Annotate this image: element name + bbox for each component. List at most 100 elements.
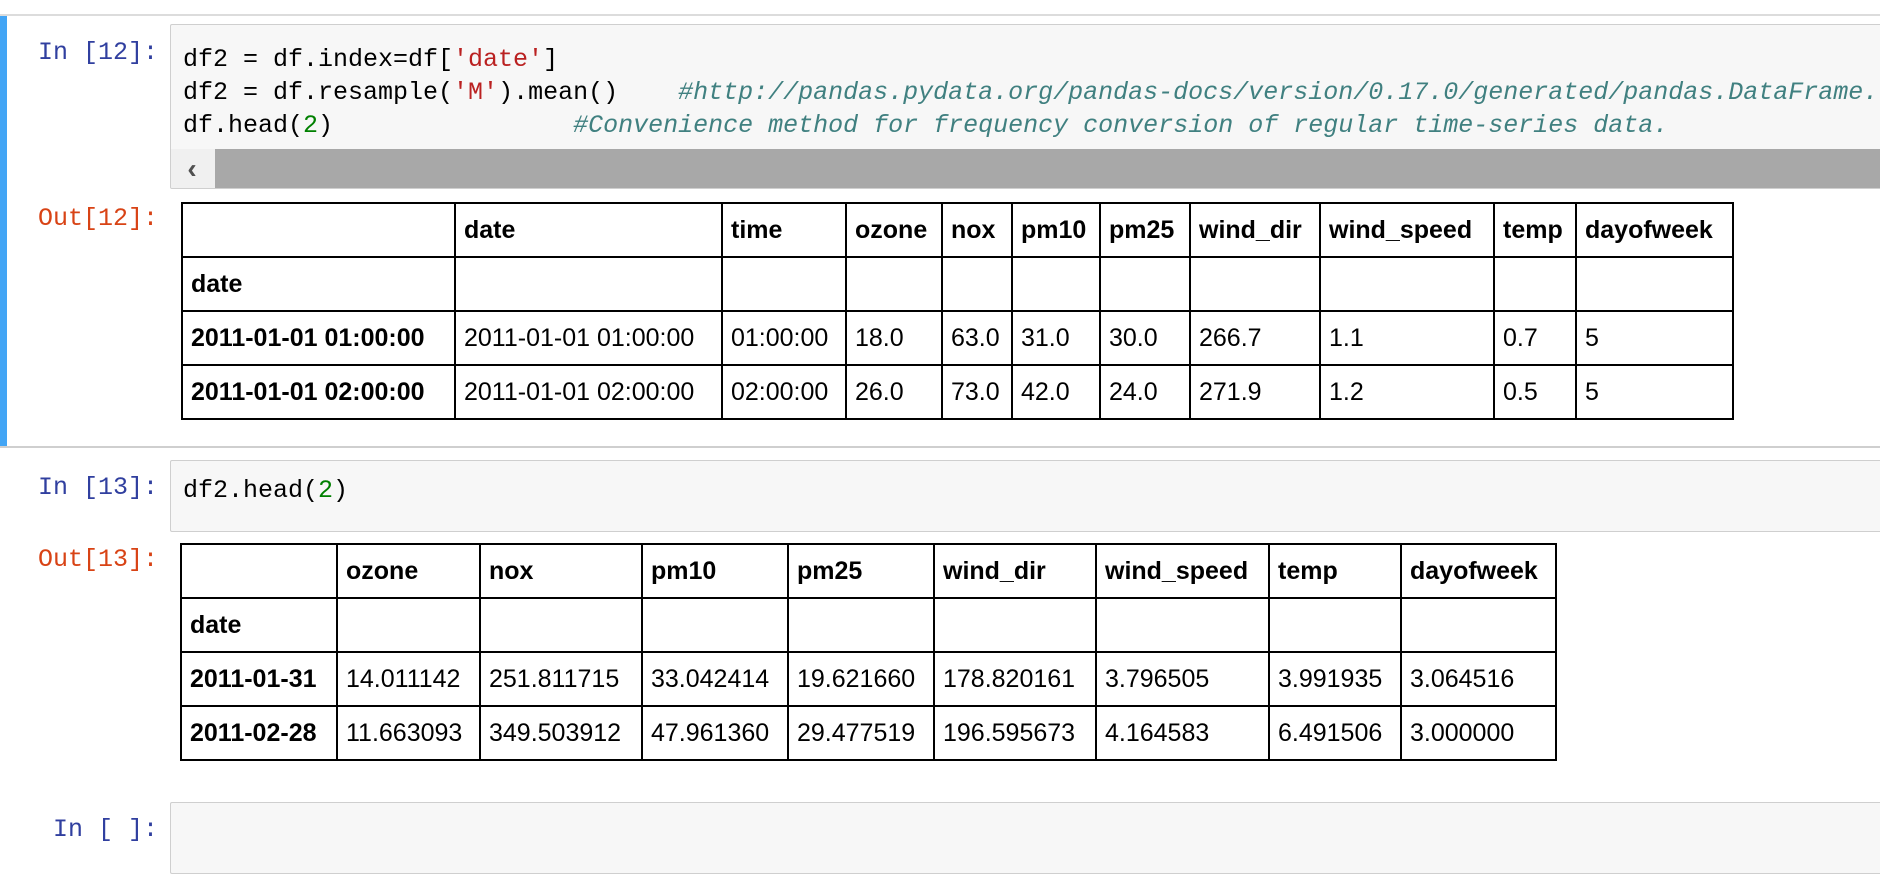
empty-cell [845,256,943,312]
column-header: pm10 [641,543,789,599]
empty-cell [1493,256,1577,312]
table-row: 2011-01-01 01:00:00 2011-01-01 01:00:00 … [181,310,1734,366]
table-cell: 178.820161 [933,651,1097,707]
index-name-row: date [181,256,1734,312]
table-header-row: date time ozone nox pm10 pm25 wind_dir w… [181,202,1734,258]
cell-selection-indicator [0,16,7,448]
table-cell: 349.503912 [479,705,643,761]
table-cell: 24.0 [1099,364,1191,420]
empty-cell [641,597,789,653]
table-cell: 14.011142 [336,651,481,707]
column-header: temp [1493,202,1577,258]
table-cell: 01:00:00 [721,310,847,366]
empty-cell [721,256,847,312]
column-header: pm10 [1011,202,1101,258]
scroll-left-arrow-icon[interactable]: ‹ [171,149,213,188]
table-cell: 6.491506 [1268,705,1402,761]
input-prompt: In [12]: [37,38,158,67]
table-cell: 42.0 [1011,364,1101,420]
table-cell: 271.9 [1189,364,1321,420]
table-cell: 0.7 [1493,310,1577,366]
code-comment: #http://pandas.pydata.org/pandas-docs/ve… [678,78,1880,107]
empty-cell [787,597,935,653]
table-cell: 251.811715 [479,651,643,707]
table-cell: 3.796505 [1095,651,1270,707]
horizontal-scrollbar[interactable]: ‹ [171,149,1880,188]
empty-cell [1400,597,1557,653]
empty-cell [336,597,481,653]
table-cell: 2011-01-01 02:00:00 [454,364,723,420]
row-index: 2011-02-28 [180,705,338,761]
table-cell: 266.7 [1189,310,1321,366]
empty-cell [933,597,1097,653]
column-header: dayofweek [1575,202,1734,258]
index-name-row: date [180,597,1557,653]
table-cell: 5 [1575,310,1734,366]
code-cell-12[interactable]: In [12]: df2 = df.index=df['date'] df2 =… [0,16,1880,448]
empty-cell [479,597,643,653]
table-cell: 26.0 [845,364,943,420]
table-row: 2011-02-28 11.663093 349.503912 47.96136… [180,705,1557,761]
table-cell: 18.0 [845,310,943,366]
column-header: ozone [845,202,943,258]
column-header: temp [1268,543,1402,599]
table-corner-cell [180,543,338,599]
row-index: 2011-01-01 01:00:00 [181,310,456,366]
code-cell-empty[interactable]: In [ ]: [0,790,1880,874]
column-header: pm25 [1099,202,1191,258]
table-cell: 11.663093 [336,705,481,761]
empty-cell [1575,256,1734,312]
empty-cell [454,256,723,312]
table-cell: 2011-01-01 01:00:00 [454,310,723,366]
empty-cell [941,256,1013,312]
column-header: dayofweek [1400,543,1557,599]
table-cell: 73.0 [941,364,1013,420]
empty-cell [1095,597,1270,653]
column-header: date [454,202,723,258]
empty-cell [1268,597,1402,653]
table-cell: 02:00:00 [721,364,847,420]
index-name: date [181,256,456,312]
column-header: wind_speed [1319,202,1495,258]
table-cell: 4.164583 [1095,705,1270,761]
table-cell: 63.0 [941,310,1013,366]
empty-cell [1099,256,1191,312]
input-prompt: In [13]: [37,473,158,502]
table-cell: 3.991935 [1268,651,1402,707]
empty-cell [1319,256,1495,312]
code-line: df.head(2) #Convenience method for frequ… [183,111,1669,140]
row-index: 2011-01-31 [180,651,338,707]
code-line: df2.head(2) [183,476,349,505]
column-header: time [721,202,847,258]
code-line: df2 = df.resample('M').mean() #http://pa… [183,76,1880,109]
table-cell: 30.0 [1099,310,1191,366]
code-editor[interactable] [170,802,1880,874]
empty-cell [1189,256,1321,312]
table-row: 2011-01-01 02:00:00 2011-01-01 02:00:00 … [181,364,1734,420]
code-editor[interactable]: df2 = df.index=df['date'] df2 = df.resam… [170,24,1880,189]
code-comment: #Convenience method for frequency conver… [573,111,1669,140]
code-line: df2 = df.index=df['date'] [183,45,559,74]
table-cell: 196.595673 [933,705,1097,761]
table-cell: 1.2 [1319,364,1495,420]
column-header: wind_dir [933,543,1097,599]
code-cell-13[interactable]: In [13]: df2.head(2) Out[13]: ozone nox … [0,448,1880,778]
table-cell: 33.042414 [641,651,789,707]
column-header: wind_speed [1095,543,1270,599]
scrollbar-thumb[interactable] [215,149,1880,188]
index-name: date [180,597,338,653]
table-header-row: ozone nox pm10 pm25 wind_dir wind_speed … [180,543,1557,599]
input-prompt: In [ ]: [52,815,158,844]
output-prompt: Out[12]: [37,204,158,233]
column-header: nox [941,202,1013,258]
table-cell: 3.000000 [1400,705,1557,761]
code-editor[interactable]: df2.head(2) [170,460,1880,532]
column-header: pm25 [787,543,935,599]
empty-cell [1011,256,1101,312]
output-prompt: Out[13]: [37,545,158,574]
table-cell: 3.064516 [1400,651,1557,707]
table-cell: 47.961360 [641,705,789,761]
table-cell: 1.1 [1319,310,1495,366]
column-header: wind_dir [1189,202,1321,258]
table-cell: 31.0 [1011,310,1101,366]
